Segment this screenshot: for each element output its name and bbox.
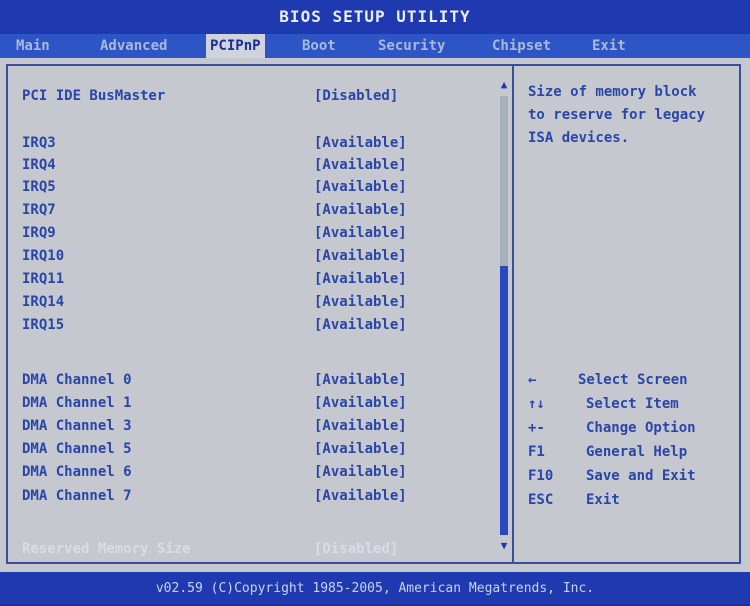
key-description: Select Item (586, 396, 679, 412)
setting-label: PCI IDE BusMaster (22, 88, 166, 104)
copyright-footer: v02.59 (C)Copyright 1985-2005, American … (0, 572, 750, 604)
left-arrow-icon: ← (528, 372, 537, 388)
setting-value[interactable]: [Available] (314, 369, 407, 391)
setting-dma-channel-5[interactable]: DMA Channel 5 [Available] (22, 438, 492, 460)
tab-chipset[interactable]: Chipset (492, 34, 551, 58)
setting-value[interactable]: [Available] (314, 222, 407, 244)
key-legend-item: +- Change Option (528, 416, 733, 440)
setting-value[interactable]: [Available] (314, 132, 407, 154)
setting-value[interactable]: [Available] (314, 199, 407, 221)
tab-security[interactable]: Security (378, 34, 445, 58)
key-description: Save and Exit (586, 468, 696, 484)
key-legend-item: F1 General Help (528, 440, 733, 464)
setting-label: IRQ4 (22, 157, 56, 173)
key-description: Select Screen (578, 372, 688, 388)
setting-label: DMA Channel 6 (22, 464, 132, 480)
key-legend-item: ↑↓ Select Item (528, 392, 733, 416)
plus-minus-key: +- (528, 420, 545, 436)
menu-bar: Main Advanced PCIPnP Boot Security Chips… (0, 34, 750, 58)
scroll-down-arrow-icon[interactable]: ▼ (498, 539, 510, 553)
setting-irq5[interactable]: IRQ5 [Available] (22, 176, 492, 198)
help-text: Size of memory block to reserve for lega… (528, 81, 733, 150)
setting-dma-channel-7[interactable]: DMA Channel 7 [Available] (22, 485, 492, 507)
key-description: Change Option (586, 420, 696, 436)
setting-label: IRQ3 (22, 135, 56, 151)
panel-divider (512, 64, 514, 564)
setting-label: DMA Channel 1 (22, 395, 132, 411)
setting-irq9[interactable]: IRQ9 [Available] (22, 222, 492, 244)
window-title: BIOS SETUP UTILITY (0, 0, 750, 34)
scrollbar[interactable]: ▲ ▼ (498, 78, 510, 553)
setting-pci-ide-busmaster[interactable]: PCI IDE BusMaster [Disabled] (22, 85, 492, 107)
scroll-thumb[interactable] (500, 266, 508, 535)
setting-label: DMA Channel 3 (22, 418, 132, 434)
f10-key: F10 (528, 468, 554, 484)
help-line: to reserve for legacy (528, 107, 706, 123)
esc-key: ESC (528, 492, 554, 508)
setting-label: IRQ9 (22, 225, 56, 241)
setting-value[interactable]: [Disabled] (314, 85, 398, 107)
help-line: ISA devices. (528, 130, 630, 146)
setting-dma-channel-3[interactable]: DMA Channel 3 [Available] (22, 415, 492, 437)
setting-value[interactable]: [Available] (314, 461, 407, 483)
tab-exit[interactable]: Exit (592, 34, 626, 58)
setting-dma-channel-1[interactable]: DMA Channel 1 [Available] (22, 392, 492, 414)
setting-value[interactable]: [Available] (314, 485, 407, 507)
tab-advanced[interactable]: Advanced (100, 34, 167, 58)
setting-label: IRQ14 (22, 294, 65, 310)
scroll-up-arrow-icon[interactable]: ▲ (498, 78, 510, 92)
setting-label: DMA Channel 0 (22, 372, 132, 388)
tab-pcipnp[interactable]: PCIPnP (206, 34, 265, 58)
setting-value[interactable]: [Available] (314, 415, 407, 437)
setting-reserved-memory-size[interactable]: Reserved Memory Size [Disabled] (22, 538, 492, 560)
setting-value[interactable]: [Available] (314, 154, 407, 176)
setting-dma-channel-0[interactable]: DMA Channel 0 [Available] (22, 369, 492, 391)
setting-dma-channel-6[interactable]: DMA Channel 6 [Available] (22, 461, 492, 483)
up-down-arrow-icon: ↑↓ (528, 396, 545, 412)
setting-label: IRQ5 (22, 179, 56, 195)
setting-label: DMA Channel 5 (22, 441, 132, 457)
setting-irq15[interactable]: IRQ15 [Available] (22, 314, 492, 336)
key-legend: ← Select Screen ↑↓ Select Item +- Change… (528, 368, 733, 512)
setting-value[interactable]: [Disabled] (314, 538, 398, 560)
setting-label: DMA Channel 7 (22, 488, 132, 504)
setting-irq7[interactable]: IRQ7 [Available] (22, 199, 492, 221)
setting-label: Reserved Memory Size (22, 541, 191, 557)
setting-value[interactable]: [Available] (314, 291, 407, 313)
setting-irq3[interactable]: IRQ3 [Available] (22, 132, 492, 154)
key-description: Exit (586, 492, 620, 508)
setting-value[interactable]: [Available] (314, 176, 407, 198)
key-legend-item: F10 Save and Exit (528, 464, 733, 488)
key-legend-item: ← Select Screen (528, 368, 733, 392)
setting-value[interactable]: [Available] (314, 245, 407, 267)
setting-label: IRQ7 (22, 202, 56, 218)
key-legend-item: ESC Exit (528, 488, 733, 512)
setting-irq11[interactable]: IRQ11 [Available] (22, 268, 492, 290)
setting-value[interactable]: [Available] (314, 392, 407, 414)
key-description: General Help (586, 444, 688, 460)
settings-panel: PCI IDE BusMaster [Disabled] IRQ3 [Avail… (0, 58, 750, 572)
setting-label: IRQ11 (22, 271, 65, 287)
setting-irq4[interactable]: IRQ4 [Available] (22, 154, 492, 176)
tab-boot[interactable]: Boot (302, 34, 336, 58)
setting-value[interactable]: [Available] (314, 268, 407, 290)
setting-irq10[interactable]: IRQ10 [Available] (22, 245, 492, 267)
setting-label: IRQ10 (22, 248, 65, 264)
setting-irq14[interactable]: IRQ14 [Available] (22, 291, 492, 313)
setting-value[interactable]: [Available] (314, 438, 407, 460)
f1-key: F1 (528, 444, 545, 460)
setting-value[interactable]: [Available] (314, 314, 407, 336)
setting-label: IRQ15 (22, 317, 65, 333)
help-line: Size of memory block (528, 84, 697, 100)
tab-main[interactable]: Main (16, 34, 50, 58)
